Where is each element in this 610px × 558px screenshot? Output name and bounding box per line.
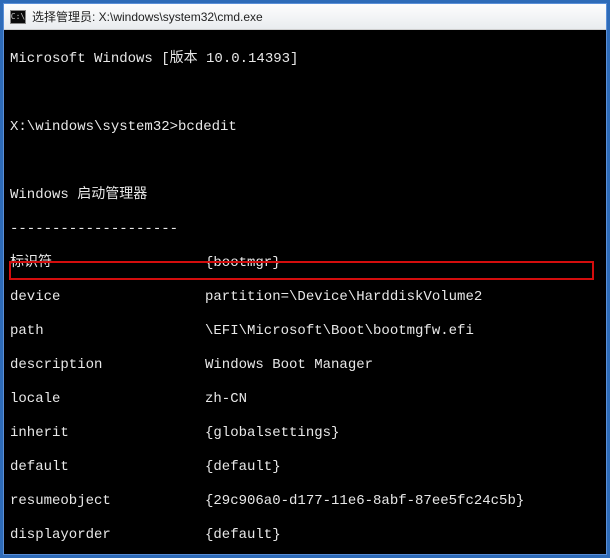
blank-line [10,153,600,170]
section-underline: -------------------- [10,221,600,238]
kv-value: {29c906a0-d177-11e6-8abf-87ee5fc24c5b} [205,493,524,509]
kv-row: descriptionWindows Boot Manager [10,357,600,374]
kv-key: inherit [10,425,205,442]
cmd-window: C:\ 选择管理员: X:\windows\system32\cmd.exe M… [3,3,607,555]
kv-key: locale [10,391,205,408]
kv-value: {bootmgr} [205,255,281,271]
kv-row: devicepartition=\Device\HarddiskVolume2 [10,289,600,306]
kv-row: displayorder{default} [10,527,600,544]
kv-value: zh-CN [205,391,247,407]
kv-row: localezh-CN [10,391,600,408]
kv-row: path\EFI\Microsoft\Boot\bootmgfw.efi [10,323,600,340]
kv-value: partition=\Device\HarddiskVolume2 [205,289,482,305]
kv-key: device [10,289,205,306]
section-heading: Windows 启动管理器 [10,187,600,204]
kv-row: 标识符{bootmgr} [10,255,600,272]
titlebar[interactable]: C:\ 选择管理员: X:\windows\system32\cmd.exe [4,4,606,30]
kv-key: 标识符 [10,255,205,272]
kv-value: {globalsettings} [205,425,339,441]
window-title: 选择管理员: X:\windows\system32\cmd.exe [32,8,263,25]
terminal-area[interactable]: Microsoft Windows [版本 10.0.14393] X:\win… [4,30,606,554]
cmd-icon: C:\ [10,10,26,24]
blank-line [10,85,600,102]
kv-row: inherit{globalsettings} [10,425,600,442]
kv-value: {default} [205,527,281,543]
kv-key: resumeobject [10,493,205,510]
kv-row: default{default} [10,459,600,476]
kv-key: path [10,323,205,340]
banner-line: Microsoft Windows [版本 10.0.14393] [10,51,600,68]
kv-value: \EFI\Microsoft\Boot\bootmgfw.efi [205,323,474,339]
kv-key: displayorder [10,527,205,544]
kv-row-highlighted: resumeobject{29c906a0-d177-11e6-8abf-87e… [10,493,600,510]
kv-key: description [10,357,205,374]
prompt-line: X:\windows\system32>bcdedit [10,119,600,136]
kv-key: default [10,459,205,476]
kv-value: {default} [205,459,281,475]
kv-value: Windows Boot Manager [205,357,373,373]
